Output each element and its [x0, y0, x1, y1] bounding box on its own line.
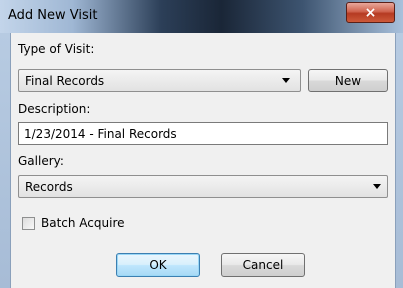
- window-frame-left: [0, 33, 10, 288]
- title-bar[interactable]: Add New Visit ×: [0, 0, 403, 34]
- dialog-body: Type of Visit: Final Records New Descrip…: [10, 33, 396, 288]
- new-button-label: New: [334, 73, 362, 88]
- chevron-down-icon: [282, 78, 290, 83]
- gallery-label: Gallery:: [18, 154, 64, 168]
- ok-button-label: OK: [149, 258, 167, 272]
- type-of-visit-value: Final Records: [25, 74, 105, 88]
- new-button[interactable]: New: [308, 69, 388, 92]
- chevron-down-icon: [373, 184, 381, 189]
- cancel-button[interactable]: Cancel: [221, 253, 305, 277]
- type-of-visit-dropdown[interactable]: Final Records: [18, 69, 301, 92]
- batch-acquire-checkbox[interactable]: [22, 217, 35, 230]
- close-button[interactable]: ×: [346, 2, 395, 23]
- gallery-value: Records: [25, 180, 73, 194]
- add-new-visit-dialog: Add New Visit × Type of Visit: Final Rec…: [0, 0, 403, 288]
- close-icon: ×: [364, 4, 377, 21]
- window-frame-right: [396, 33, 403, 288]
- description-value: 1/23/2014 - Final Records: [24, 127, 177, 141]
- description-label: Description:: [18, 102, 91, 116]
- batch-acquire-label: Batch Acquire: [41, 216, 125, 230]
- gallery-dropdown[interactable]: Records: [18, 175, 388, 198]
- cancel-button-label: Cancel: [242, 258, 284, 272]
- description-field[interactable]: 1/23/2014 - Final Records: [18, 122, 388, 145]
- ok-button[interactable]: OK: [116, 253, 200, 277]
- dialog-title: Add New Visit: [8, 8, 98, 23]
- type-of-visit-label: Type of Visit:: [18, 42, 95, 56]
